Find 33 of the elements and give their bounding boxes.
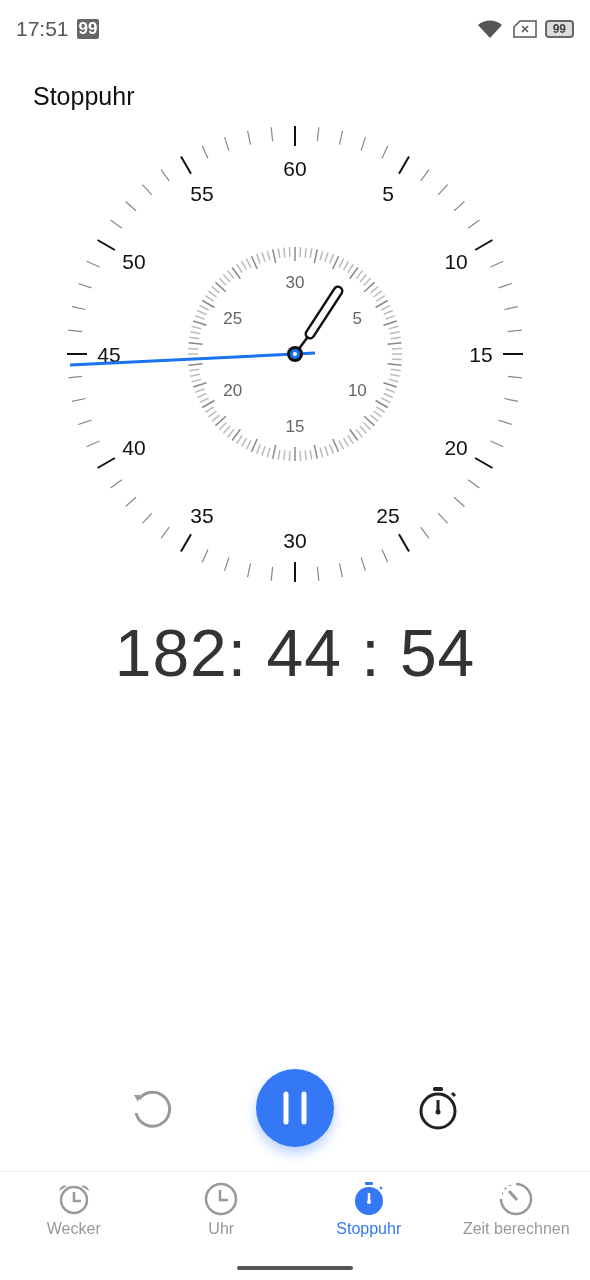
hand-pivot [287, 346, 303, 362]
dial-number: 45 [97, 343, 121, 366]
notification-badge: 99 [76, 19, 100, 39]
page-title: Stoppuhr [33, 82, 136, 111]
dial-number: 5 [352, 309, 363, 328]
gauge-icon [499, 1182, 534, 1216]
dial-number: 5 [382, 181, 394, 205]
nav-tab[interactable]: Stoppuhr [295, 1182, 443, 1238]
nav-tab[interactable]: Zeit berechnen [442, 1182, 590, 1238]
nav-tab[interactable]: Wecker [0, 1182, 148, 1238]
dial-number: 25 [376, 504, 400, 528]
dial-number: 25 [223, 309, 243, 328]
nav-tab[interactable]: Uhr [147, 1182, 295, 1238]
dial-number: 15 [469, 343, 493, 366]
dial-number: 60 [283, 157, 307, 180]
dial-number: 20 [444, 436, 468, 459]
dial-number: 30 [283, 529, 307, 552]
dial-number: 15 [285, 417, 305, 436]
dial-number: 55 [190, 181, 214, 205]
pause-button[interactable] [256, 1069, 334, 1147]
status-time: 17:51 [16, 17, 69, 41]
battery-level: 99 [544, 20, 574, 38]
dial-number: 40 [122, 436, 146, 459]
wifi-icon [476, 19, 505, 39]
dial-number: 35 [190, 504, 214, 528]
no-sim-icon [512, 20, 537, 38]
dial-number: 10 [444, 250, 468, 273]
dial-number: 10 [347, 381, 367, 400]
elapsed-time: 182: 44 : 54 [113, 615, 477, 691]
clock-icon [204, 1182, 239, 1216]
dial-number: 30 [285, 273, 305, 292]
dial-number: 50 [122, 250, 146, 273]
dial-number: 20 [223, 381, 243, 400]
